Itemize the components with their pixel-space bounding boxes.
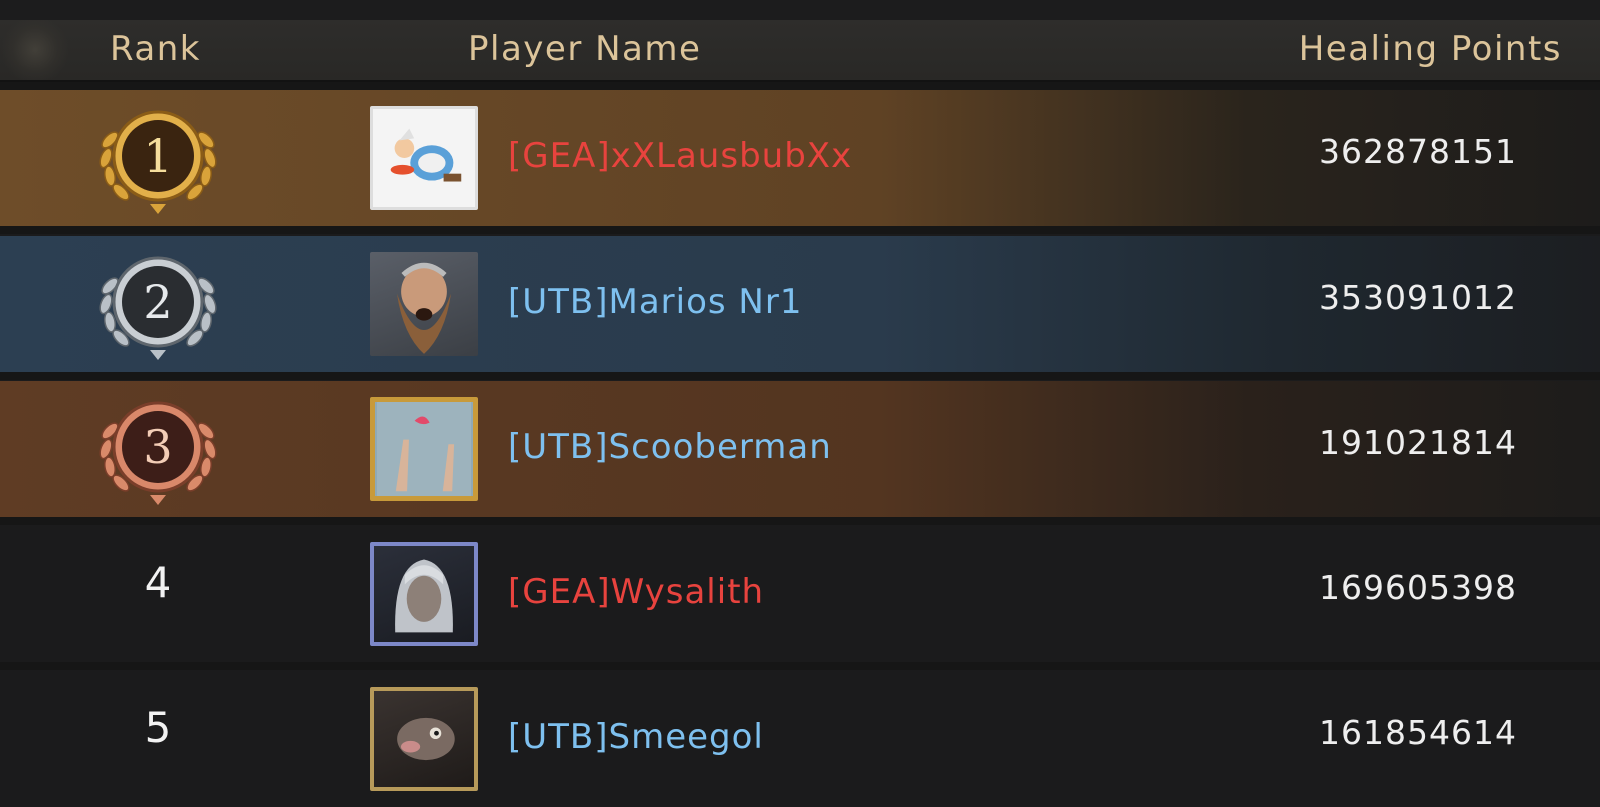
bearded-warrior-avatar-icon xyxy=(396,262,452,354)
leaderboard-row-4[interactable]: 4 [GEA]Wysalith 169605398 xyxy=(0,526,1600,662)
gold-medal-icon: 1 xyxy=(99,110,217,214)
leaderboard-header: Rank Player Name Healing Points xyxy=(0,20,1600,82)
leaderboard-row-1[interactable]: 1 [GEA]xXLausbubXx 362878151 xyxy=(0,90,1600,226)
player-name[interactable]: [UTB]Marios Nr1 xyxy=(508,282,802,322)
player-avatar[interactable] xyxy=(370,397,478,501)
row-divider xyxy=(0,662,1600,670)
player-name[interactable]: [UTB]Scooberman xyxy=(508,427,832,467)
player-avatar[interactable] xyxy=(370,252,478,356)
creature-avatar-icon xyxy=(397,717,455,761)
leaderboard-row-3[interactable]: 3 [UTB]Scooberman 191021814 xyxy=(0,381,1600,517)
row-divider xyxy=(0,372,1600,380)
rank-number: 5 xyxy=(144,703,172,752)
white-haired-elf-avatar-icon xyxy=(395,559,453,633)
header-ornament-icon xyxy=(0,20,70,80)
top-strip xyxy=(0,0,1600,20)
player-avatar[interactable] xyxy=(370,106,478,210)
hands-up-avatar-icon xyxy=(377,402,471,496)
row-divider xyxy=(0,517,1600,525)
rank-number: 4 xyxy=(144,558,172,607)
player-name[interactable]: [GEA]xXLausbubXx xyxy=(508,136,852,176)
leaderboard-row-2[interactable]: 2 [UTB]Marios Nr1 353091012 xyxy=(0,236,1600,372)
healing-points-value: 191021814 xyxy=(1319,423,1517,462)
rank-column-header[interactable]: Rank xyxy=(110,29,201,69)
healing-points-value: 161854614 xyxy=(1319,713,1517,752)
player-avatar[interactable] xyxy=(370,687,478,791)
rank-number: 3 xyxy=(143,420,172,474)
player-avatar[interactable] xyxy=(370,542,478,646)
silver-medal-icon: 2 xyxy=(99,256,217,360)
healing-points-value: 353091012 xyxy=(1319,278,1517,317)
healing-points-value: 169605398 xyxy=(1319,568,1517,607)
player-name-column-header[interactable]: Player Name xyxy=(468,29,701,69)
rank-number: 2 xyxy=(143,275,172,329)
healing-points-value: 362878151 xyxy=(1319,132,1517,171)
leaderboard-row-5[interactable]: 5 [UTB]Smeegol 161854614 xyxy=(0,671,1600,807)
row-divider xyxy=(0,82,1600,90)
rank-number: 1 xyxy=(143,129,172,183)
healing-points-column-header[interactable]: Healing Points xyxy=(1299,29,1562,69)
asterix-character-avatar-icon xyxy=(390,128,462,182)
player-name[interactable]: [GEA]Wysalith xyxy=(508,572,764,612)
bronze-medal-icon: 3 xyxy=(99,401,217,505)
player-name[interactable]: [UTB]Smeegol xyxy=(508,717,764,757)
row-divider xyxy=(0,226,1600,234)
